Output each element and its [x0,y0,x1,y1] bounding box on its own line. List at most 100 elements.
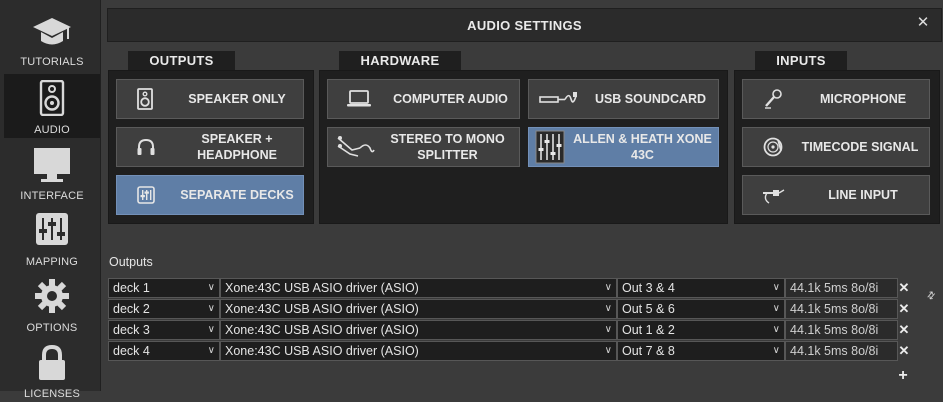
channel-select[interactable]: Out 1 & 2 ∨ [617,320,785,340]
allen-heath-xone-43c-button[interactable]: ALLEN & HEATH XONE 43C [528,127,719,167]
chevron-down-icon: ∨ [772,324,780,335]
outputs-panel: SPEAKER ONLY SPEAKER + HEADPHONE SEPARAT… [108,70,314,224]
speaker-icon [137,88,153,110]
usb-soundcard-button[interactable]: USB SOUNDCARD [528,79,719,119]
vinyl-icon [763,137,783,157]
chevron-down-icon: ∨ [604,345,612,356]
chevron-down-icon: ∨ [772,345,780,356]
deck-select[interactable]: deck 1 ∨ [108,278,220,298]
sidebar-item-label: LICENSES [23,388,80,400]
driver-select[interactable]: Xone:43C USB ASIO driver (ASIO) ∨ [220,278,617,298]
deck-select[interactable]: deck 2 ∨ [108,299,220,319]
gear-icon [35,279,69,313]
table-row: deck 1 ∨ Xone:43C USB ASIO driver (ASIO) ∨… [108,278,898,298]
remove-row-icon[interactable]: ✕ [898,320,910,340]
channel-select[interactable]: Out 3 & 4 ∨ [617,278,785,298]
device-info: 44.1k 5ms 8o/8i [785,320,898,340]
chevron-down-icon: ∨ [772,303,780,314]
button-label: STEREO TO MONO SPLITTER [390,132,505,162]
device-info: 44.1k 5ms 8o/8i [785,299,898,319]
add-row-icon[interactable]: + [896,368,910,384]
laptop-icon [346,90,372,108]
sidebar-item-options[interactable]: OPTIONS [4,272,100,336]
timecode-signal-button[interactable]: TIMECODE SIGNAL [742,127,930,167]
dj-mixer-icon [535,130,565,164]
chevron-down-icon: ∨ [207,303,215,314]
graduation-cap-icon [33,18,71,45]
sidebar-divider [100,0,101,391]
chevron-down-icon: ∨ [604,303,612,314]
stereo-to-mono-splitter-button[interactable]: STEREO TO MONO SPLITTER [327,127,520,167]
computer-audio-button[interactable]: COMPUTER AUDIO [327,79,520,119]
sidebar-item-label: MAPPING [25,256,79,268]
button-label: ALLEN & HEATH XONE 43C [573,132,712,162]
sidebar-item-mapping[interactable]: MAPPING [4,206,100,270]
deck-value: deck 1 [113,281,150,295]
microphone-icon [763,89,783,109]
device-info: 44.1k 5ms 8o/8i [785,278,898,298]
button-label: MICROPHONE [819,92,907,106]
channel-value: Out 7 & 8 [622,344,675,358]
channel-value: Out 5 & 6 [622,302,675,316]
chevron-down-icon: ∨ [772,282,780,293]
sidebar-item-label: AUDIO [34,124,70,136]
driver-value: Xone:43C USB ASIO driver (ASIO) [225,323,419,337]
inputs-panel: MICROPHONE TIMECODE SIGNAL LINE INPUT [734,70,940,224]
tab-outputs: OUTPUTS [128,51,235,71]
deck-select[interactable]: deck 3 ∨ [108,320,220,340]
button-label: LINE INPUT [828,188,898,202]
channel-select[interactable]: Out 7 & 8 ∨ [617,341,785,361]
remove-row-icon[interactable]: ✕ [898,341,910,361]
close-icon[interactable]: ✕ [915,15,931,31]
driver-select[interactable]: Xone:43C USB ASIO driver (ASIO) ∨ [220,320,617,340]
speaker-only-button[interactable]: SPEAKER ONLY [116,79,304,119]
table-row: deck 3 ∨ Xone:43C USB ASIO driver (ASIO) ∨… [108,320,898,340]
dialog-header: AUDIO SETTINGS ✕ [107,8,942,42]
sidebar: TUTORIALS AUDIO INTERFACE MAPPING OPTION… [0,0,100,400]
driver-select[interactable]: Xone:43C USB ASIO driver (ASIO) ∨ [220,341,617,361]
channel-value: Out 3 & 4 [622,281,675,295]
chevron-down-icon: ∨ [604,282,612,293]
button-label: COMPUTER AUDIO [393,92,508,106]
table-row: deck 4 ∨ Xone:43C USB ASIO driver (ASIO) ∨… [108,341,898,361]
tab-hardware: HARDWARE [339,51,461,71]
line-input-button[interactable]: LINE INPUT [742,175,930,215]
driver-value: Xone:43C USB ASIO driver (ASIO) [225,344,419,358]
button-label: TIMECODE SIGNAL [801,140,919,154]
table-row: deck 2 ∨ Xone:43C USB ASIO driver (ASIO) ∨… [108,299,898,319]
deck-select[interactable]: deck 4 ∨ [108,341,220,361]
sidebar-item-licenses[interactable]: LICENSES [4,338,100,402]
microphone-button[interactable]: MICROPHONE [742,79,930,119]
hardware-panel: COMPUTER AUDIO USB SOUNDCARD STEREO TO M… [319,70,728,224]
chevron-down-icon: ∨ [207,345,215,356]
chevron-down-icon: ∨ [207,324,215,335]
sidebar-item-tutorials[interactable]: TUTORIALS [4,6,100,70]
lock-icon [39,344,65,380]
driver-value: Xone:43C USB ASIO driver (ASIO) [225,281,419,295]
chevron-down-icon: ∨ [207,282,215,293]
device-info: 44.1k 5ms 8o/8i [785,341,898,361]
usb-cable-icon [539,90,579,108]
button-label: USB SOUNDCARD [594,92,707,106]
headphones-icon [136,137,156,157]
sidebar-item-label: OPTIONS [26,322,78,334]
deck-value: deck 3 [113,323,150,337]
outputs-table-label: Outputs [109,255,153,269]
chevron-down-icon: ∨ [604,324,612,335]
separate-decks-button[interactable]: SEPARATE DECKS [116,175,304,215]
remove-row-icon[interactable]: ✕ [898,278,910,298]
button-label: SEPARATE DECKS [180,188,294,202]
tab-inputs: INPUTS [755,51,847,71]
deck-value: deck 4 [113,344,150,358]
sidebar-item-audio[interactable]: AUDIO [4,74,100,138]
driver-select[interactable]: Xone:43C USB ASIO driver (ASIO) ∨ [220,299,617,319]
remove-row-icon[interactable]: ✕ [898,299,910,319]
button-label: SPEAKER ONLY [188,92,286,106]
sidebar-item-interface[interactable]: INTERFACE [4,140,100,204]
monitor-icon [34,148,70,182]
channel-select[interactable]: Out 5 & 6 ∨ [617,299,785,319]
speaker-headphone-button[interactable]: SPEAKER + HEADPHONE [116,127,304,167]
deck-value: deck 2 [113,302,150,316]
splitter-cable-icon [336,134,376,160]
swap-order-icon[interactable]: ⇅ [920,289,941,310]
